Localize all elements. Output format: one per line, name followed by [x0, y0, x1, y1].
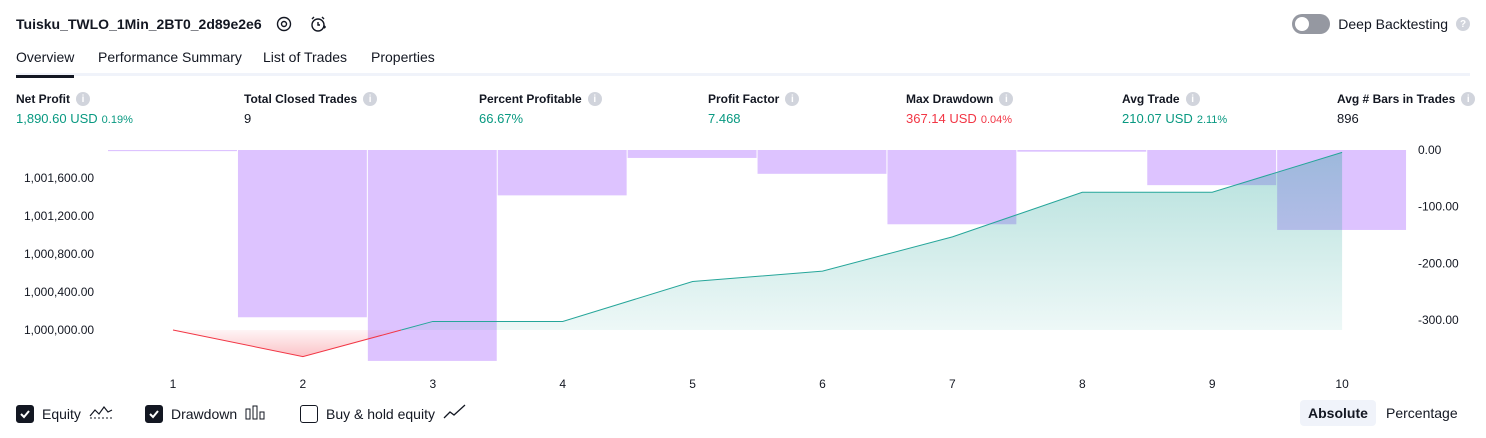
drawdown-bars-icon — [245, 404, 267, 423]
stat-percent: 0.19% — [101, 114, 133, 126]
stat-net-profit: Net Profit i 1,890.60 USD 0.19% — [16, 92, 133, 126]
info-icon[interactable]: i — [76, 92, 90, 106]
right-axis-tick: -300.00 — [1418, 313, 1459, 327]
legend-drawdown[interactable]: Drawdown — [145, 404, 267, 423]
equity-icon — [89, 404, 113, 423]
x-axis-tick: 10 — [1335, 377, 1349, 391]
tab-bar: Overview Performance Summary List of Tra… — [16, 46, 1470, 78]
legend-label: Drawdown — [171, 405, 238, 422]
strategy-title: Tuisku_TWLO_1Min_2BT0_2d89e2e6 — [16, 16, 262, 32]
equity-drawdown-chart[interactable]: 1,001,600.00 1,001,200.00 1,000,800.00 1,00… — [0, 140, 1486, 396]
deep-backtesting-label: Deep Backtesting — [1338, 16, 1448, 32]
stat-percent: 0.04% — [980, 114, 1013, 126]
legend-label: Equity — [42, 405, 81, 422]
right-axis-tick: 0.00 — [1418, 143, 1442, 157]
info-icon[interactable]: i — [999, 92, 1014, 106]
x-axis-tick: 6 — [819, 377, 826, 391]
absolute-button[interactable]: Absolute — [1300, 400, 1376, 426]
stat-label: Avg Trade — [1122, 92, 1180, 106]
stat-value: 1,890.60 USD — [16, 111, 98, 126]
tab-overview[interactable]: Overview — [16, 49, 75, 78]
info-icon[interactable]: i — [785, 92, 800, 106]
x-axis-tick: 4 — [559, 377, 566, 391]
stats-row: Net Profit i 1,890.60 USD 0.19% Total Clos… — [0, 92, 1486, 132]
stat-value: 66.67% — [479, 111, 524, 126]
drawdown-checkbox[interactable] — [145, 404, 163, 423]
left-axis-tick: 1,000,800.00 — [24, 247, 94, 261]
stat-avg-bars-in-trades: Avg # Bars in Trades i 896 — [1337, 92, 1476, 126]
stat-max-drawdown: Max Drawdown i 367.14 USD 0.04% — [906, 92, 1014, 126]
drawdown-bar — [887, 150, 1017, 225]
stat-value: 7.468 — [708, 111, 741, 126]
drawdown-bar — [108, 150, 237, 152]
right-axis-tick: -200.00 — [1418, 256, 1459, 270]
x-axis-tick: 1 — [170, 377, 177, 391]
add-alert-icon[interactable] — [308, 14, 328, 34]
left-axis-tick: 1,000,400.00 — [24, 285, 94, 299]
legend-equity[interactable]: Equity — [16, 404, 113, 423]
drawdown-bar — [237, 150, 367, 318]
stat-label: Total Closed Trades — [244, 92, 358, 106]
x-axis-tick: 7 — [949, 377, 956, 391]
stat-percent-profitable: Percent Profitable i 66.67% — [479, 92, 602, 126]
deep-backtesting-toggle-group: Deep Backtesting ? — [1292, 14, 1470, 34]
tab-list-of-trades[interactable]: List of Trades — [263, 49, 347, 75]
info-icon[interactable]: i — [1461, 92, 1476, 106]
buy-hold-line-icon — [443, 404, 467, 423]
stat-percent: 2.11% — [1196, 114, 1228, 126]
deep-backtesting-toggle[interactable] — [1292, 14, 1331, 34]
stat-value: 367.14 USD — [906, 111, 977, 126]
help-icon[interactable]: ? — [1456, 17, 1470, 31]
legend-label: Buy & hold equity — [326, 405, 435, 422]
stat-value: 210.07 USD — [1122, 111, 1193, 126]
legend-buy-hold-equity[interactable]: Buy & hold equity — [300, 404, 467, 423]
info-icon[interactable]: i — [587, 92, 602, 106]
x-axis-tick: 3 — [429, 377, 436, 391]
stat-label: Net Profit — [16, 92, 70, 106]
stat-label: Max Drawdown — [906, 92, 994, 106]
drawdown-bar — [757, 150, 887, 174]
stat-label: Percent Profitable — [479, 92, 582, 106]
left-axis-tick: 1,001,200.00 — [24, 209, 94, 223]
x-axis-tick: 8 — [1079, 377, 1086, 391]
tab-properties[interactable]: Properties — [371, 49, 435, 75]
info-icon[interactable]: i — [1185, 92, 1200, 106]
equity-checkbox[interactable] — [16, 404, 34, 423]
tab-performance-summary[interactable]: Performance Summary — [98, 49, 242, 75]
drawdown-bar — [627, 150, 757, 158]
settings-icon[interactable] — [274, 14, 294, 34]
left-axis-tick: 1,001,600.00 — [24, 171, 94, 185]
header: Tuisku_TWLO_1Min_2BT0_2d89e2e6 Deep Back… — [0, 0, 1486, 48]
left-axis-tick: 1,000,000.00 — [24, 323, 94, 337]
drawdown-bar — [497, 150, 627, 196]
stat-label: Profit Factor — [708, 92, 780, 106]
equity-negative-area — [173, 330, 402, 357]
stat-label: Avg # Bars in Trades — [1337, 92, 1456, 106]
drawdown-bar — [1017, 150, 1147, 152]
x-axis-tick: 2 — [300, 377, 307, 391]
x-axis-tick: 9 — [1209, 377, 1216, 391]
stat-value: 9 — [244, 111, 252, 126]
stat-profit-factor: Profit Factor i 7.468 — [708, 92, 800, 126]
stat-value: 896 — [1337, 111, 1359, 126]
x-axis-tick: 5 — [689, 377, 696, 391]
info-icon[interactable]: i — [363, 92, 378, 106]
right-axis-tick: -100.00 — [1418, 200, 1459, 214]
buy-hold-checkbox[interactable] — [300, 404, 318, 423]
chart-footer: Equity Drawdown Buy & hold equity Absolu… — [0, 398, 1486, 430]
percentage-button[interactable]: Percentage — [1378, 400, 1466, 426]
stat-total-closed-trades: Total Closed Trades i 9 — [244, 92, 378, 126]
stat-avg-trade: Avg Trade i 210.07 USD 2.11% — [1122, 92, 1227, 126]
